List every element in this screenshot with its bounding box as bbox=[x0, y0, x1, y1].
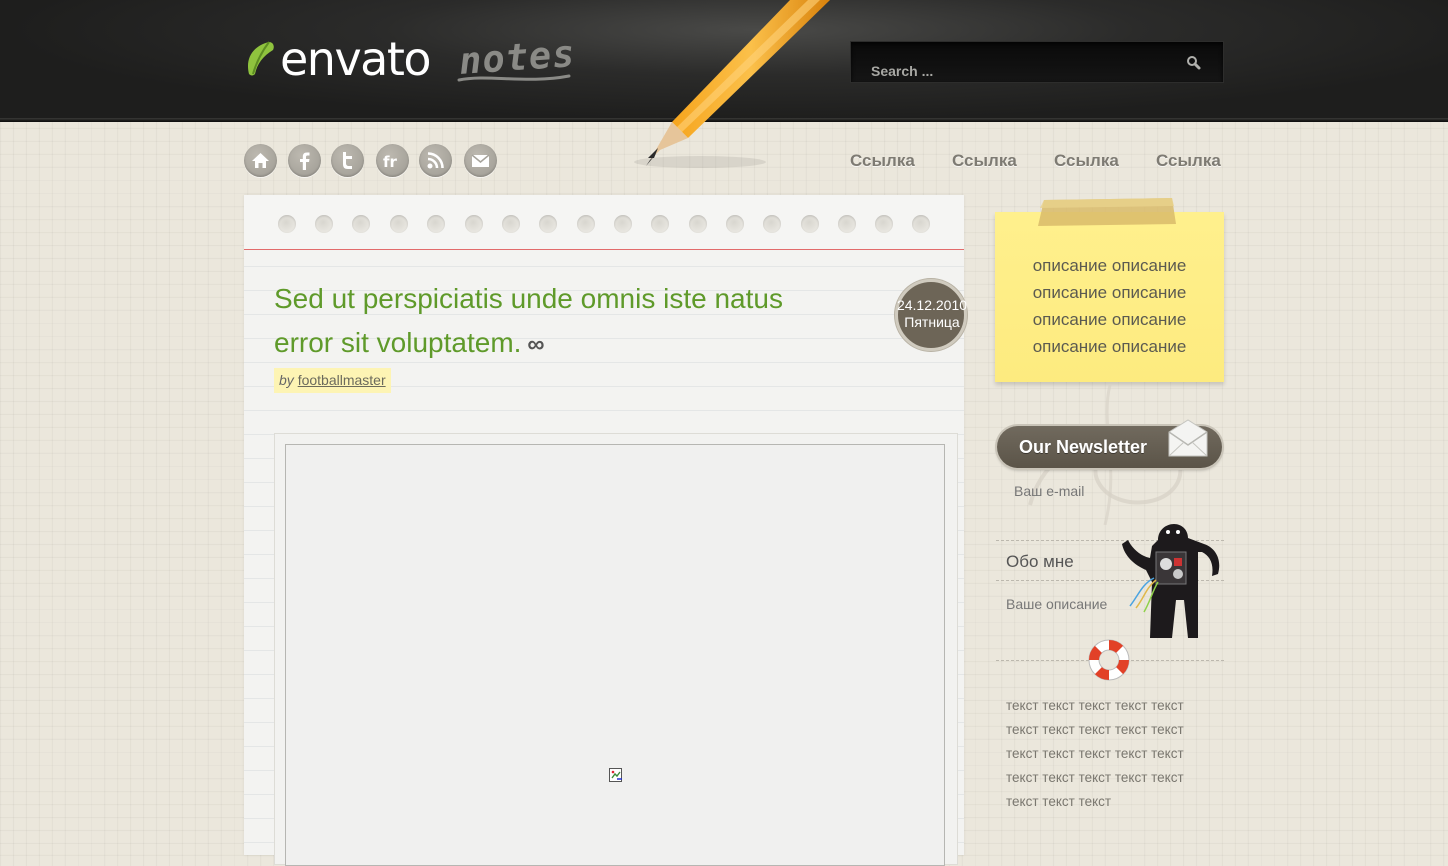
sidebar-text-line: текст текст текст bbox=[1006, 794, 1112, 809]
post-image-frame bbox=[274, 433, 958, 866]
sidebar-text-line: текст текст текст текст текст bbox=[1006, 770, 1184, 785]
rss-icon[interactable] bbox=[419, 144, 452, 177]
search-input[interactable] bbox=[871, 62, 1161, 80]
search-icon[interactable] bbox=[1185, 54, 1203, 72]
search-box bbox=[850, 41, 1224, 83]
binding-hole bbox=[689, 215, 707, 233]
broken-image-icon bbox=[609, 768, 622, 782]
binding-hole bbox=[390, 215, 408, 233]
post-image[interactable] bbox=[285, 444, 945, 866]
sticky-note-text: описание описание описание описание опис… bbox=[995, 252, 1224, 360]
home-icon[interactable] bbox=[244, 144, 277, 177]
binding-hole bbox=[838, 215, 856, 233]
nav-link-4[interactable]: Ссылка bbox=[1156, 151, 1221, 171]
about-title: Обо мне bbox=[1006, 552, 1074, 571]
permalink-icon[interactable]: ∞ bbox=[527, 331, 544, 358]
binding-hole bbox=[801, 215, 819, 233]
date-badge: 24.12.2010 Пятница bbox=[895, 279, 967, 351]
binding-hole bbox=[912, 215, 930, 233]
lifebuoy-icon bbox=[1088, 639, 1130, 681]
binding-hole bbox=[465, 215, 483, 233]
binding-hole bbox=[577, 215, 595, 233]
binding-hole bbox=[763, 215, 781, 233]
post-date: 24.12.2010 bbox=[896, 297, 968, 313]
mail-icon[interactable] bbox=[464, 144, 497, 177]
binding-hole bbox=[278, 215, 296, 233]
post-title[interactable]: Sed ut perspiciatis unde omnis iste natu… bbox=[274, 277, 854, 367]
robot-illustration bbox=[1122, 524, 1220, 638]
svg-text:fr: fr bbox=[383, 153, 398, 171]
logo-envato-text: envato bbox=[280, 32, 432, 86]
sticky-line: описание описание bbox=[1032, 337, 1187, 356]
about-description: Ваше описание bbox=[1006, 596, 1108, 612]
sticky-line: описание описание bbox=[1032, 256, 1187, 275]
email-field[interactable] bbox=[1004, 480, 1194, 502]
newsletter-title: Our Newsletter bbox=[1019, 437, 1148, 457]
post-weekday: Пятница bbox=[904, 314, 960, 330]
byline-by: by bbox=[279, 372, 294, 388]
binding-hole bbox=[502, 215, 520, 233]
binding-hole bbox=[427, 215, 445, 233]
binding-hole bbox=[614, 215, 632, 233]
nav-link-3[interactable]: Ссылка bbox=[1054, 151, 1119, 171]
post-title-line-2[interactable]: error sit voluptatem. bbox=[274, 327, 521, 358]
sticky-line: описание описание bbox=[1032, 283, 1187, 302]
facebook-icon[interactable] bbox=[288, 144, 321, 177]
sidebar-text-line: текст текст текст текст текст bbox=[1006, 722, 1184, 737]
binding-hole bbox=[315, 215, 333, 233]
tape-decoration bbox=[1038, 198, 1176, 226]
binding-hole bbox=[726, 215, 744, 233]
nav-link-1[interactable]: Ссылка bbox=[850, 151, 915, 171]
nav-link-2[interactable]: Ссылка bbox=[952, 151, 1017, 171]
envelope-icon bbox=[1168, 419, 1208, 457]
sidebar-text-line: текст текст текст текст текст bbox=[1006, 746, 1184, 761]
pencil-illustration bbox=[634, 0, 830, 168]
twitter-icon[interactable] bbox=[331, 144, 364, 177]
post-byline: by footballmaster bbox=[274, 368, 391, 393]
logo-underline bbox=[457, 74, 571, 82]
binding-hole bbox=[539, 215, 557, 233]
post-title-line-1[interactable]: Sed ut perspiciatis unde omnis iste natu… bbox=[274, 283, 783, 314]
binding-hole bbox=[352, 215, 370, 233]
sticky-line: описание описание bbox=[1032, 310, 1187, 329]
sticky-note: описание описание описание описание опис… bbox=[995, 212, 1224, 382]
leaf-icon bbox=[247, 41, 274, 76]
author-link[interactable]: footballmaster bbox=[298, 372, 386, 388]
binding-hole bbox=[875, 215, 893, 233]
sidebar-text-block: текст текст текст текст текст текст текс… bbox=[1006, 694, 1216, 814]
friendfeed-icon[interactable]: fr bbox=[376, 144, 409, 177]
notebook-binding bbox=[244, 195, 964, 250]
binding-hole bbox=[651, 215, 669, 233]
sidebar-text-line: текст текст текст текст текст bbox=[1006, 698, 1184, 713]
post-notebook: Sed ut perspiciatis unde omnis iste natu… bbox=[244, 195, 967, 866]
